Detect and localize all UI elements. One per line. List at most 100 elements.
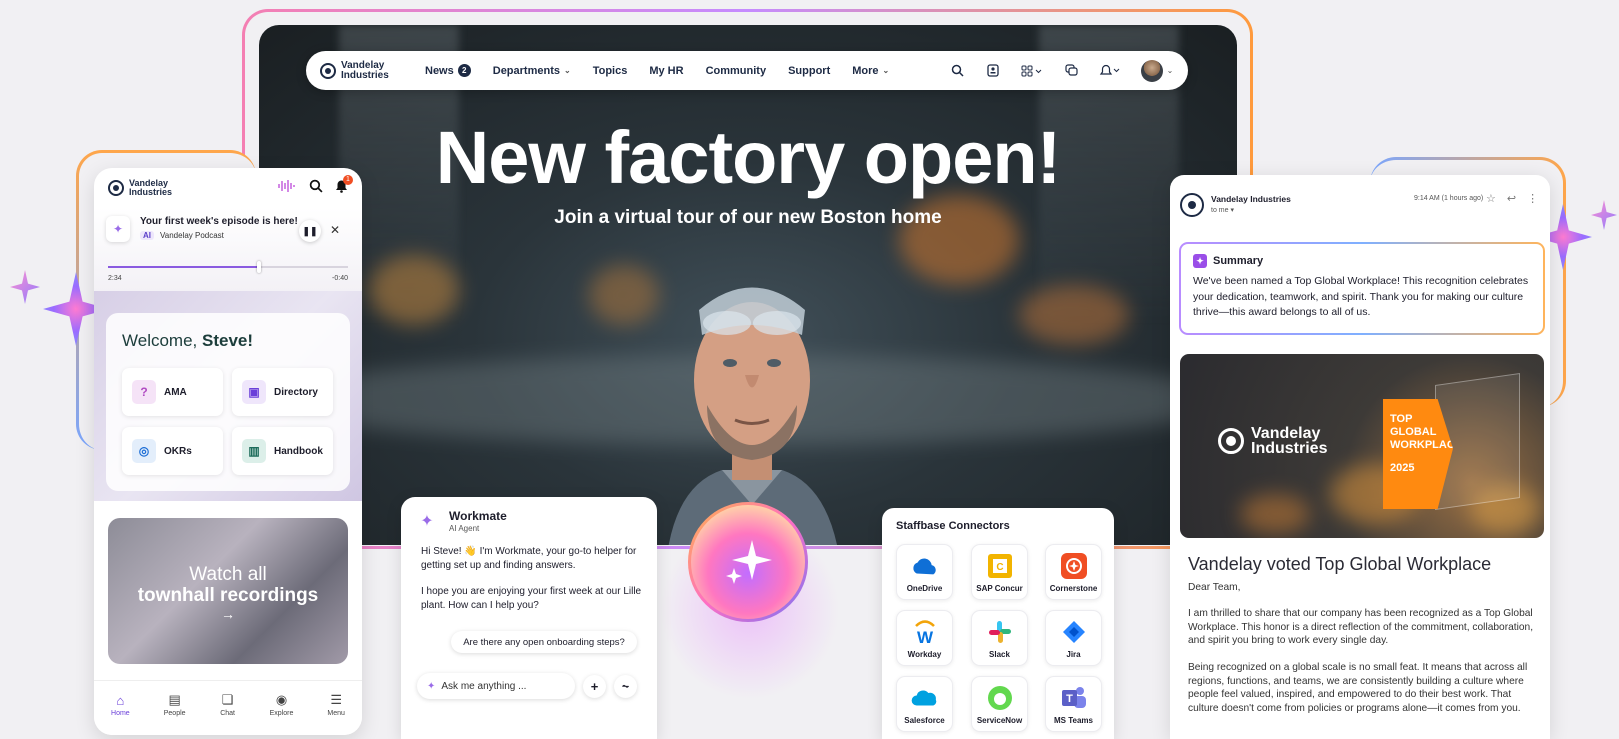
email-banner-image: Vandelay Industries TOP GLOBAL WORKPLACE… (1180, 354, 1544, 538)
voice-icon[interactable]: ⏦ (614, 675, 637, 698)
recipient-dropdown[interactable]: to me ▾ (1211, 206, 1234, 214)
townhall-line2: townhall recordings (137, 585, 319, 606)
desktop-intranet-window: Vandelay Industries News 2 Departments ⌄ T… (259, 25, 1237, 545)
sparkle-icon: ✦ (420, 513, 434, 530)
tab-chat[interactable]: ❏ Chat (220, 692, 236, 735)
chat-icon[interactable] (1062, 62, 1080, 80)
elapsed-time: 2:34 (108, 275, 122, 282)
globe-logo-icon (108, 180, 124, 196)
audio-wave-icon[interactable] (277, 179, 297, 197)
directory-icon: ▣ (242, 380, 266, 404)
input-placeholder: Ask me anything ... (441, 680, 527, 692)
quicklink-directory[interactable]: ▣ Directory (232, 368, 333, 416)
connector-servicenow[interactable]: ServiceNow (971, 676, 1028, 732)
menu-icon: ☰ (330, 692, 342, 707)
nav-item-more[interactable]: More ⌄ (852, 65, 889, 77)
people-icon: ▤ (168, 692, 181, 707)
pause-button[interactable]: ❚❚ (299, 220, 321, 242)
add-button[interactable]: + (583, 675, 606, 698)
summary-title: Summary (1213, 255, 1264, 267)
tab-label: Explore (269, 710, 294, 717)
nav-label: Topics (592, 64, 628, 77)
ms-teams-icon: T (1059, 684, 1089, 712)
star-icon[interactable]: ☆ (1486, 192, 1496, 205)
brand-logo[interactable]: Vandelay Industries (108, 179, 189, 197)
nav-label: More (852, 64, 879, 77)
connectors-panel: Staffbase Connectors OneDrive C SAP Concu… (882, 508, 1114, 739)
email-greeting: Dear Team, (1188, 582, 1241, 593)
quicklink-handbook[interactable]: ▥ Handbook (232, 427, 333, 475)
connector-label: Jira (1066, 650, 1081, 659)
tab-explore[interactable]: ◉ Explore (269, 692, 294, 735)
close-icon[interactable]: ✕ (330, 223, 340, 237)
agent-message: I hope you are enjoying your first week … (421, 586, 642, 611)
connector-label: MS Teams (1054, 716, 1093, 725)
notification-badge: 1 (343, 174, 353, 185)
podcast-player[interactable]: ✦ Your first week's episode is here! AI V… (94, 208, 362, 291)
background-bokeh (369, 255, 459, 325)
more-options-icon[interactable]: ⋮ (1527, 192, 1538, 205)
reply-icon[interactable]: ↩ (1507, 192, 1516, 205)
brand-name: Vandelay Industries (129, 178, 173, 197)
servicenow-icon (985, 684, 1015, 712)
progress-handle[interactable] (257, 261, 262, 273)
nav-item-community[interactable]: Community (706, 65, 767, 77)
townhall-recordings-card[interactable]: Watch all townhall recordings → (108, 518, 348, 664)
sender-name: Vandelay Industries (1211, 194, 1291, 204)
chat-input[interactable]: ✦ Ask me anything ... (417, 673, 575, 699)
tile-label: Directory (274, 386, 318, 398)
connector-slack[interactable]: Slack (971, 610, 1028, 666)
search-icon[interactable] (309, 179, 323, 198)
svg-text:T: T (1066, 693, 1073, 705)
nav-label: News (425, 64, 454, 77)
tab-people[interactable]: ▤ People (164, 692, 186, 735)
nav-item-news[interactable]: News 2 (425, 64, 471, 77)
ai-tag: AI (140, 231, 154, 240)
tab-menu[interactable]: ☰ Menu (327, 692, 345, 735)
slack-icon (985, 618, 1015, 646)
nav-label: Departments (492, 64, 560, 77)
tab-home[interactable]: ⌂ Home (111, 693, 130, 735)
sparkle-icon: ✦ (106, 216, 130, 242)
user-avatar[interactable]: ⌄ (1140, 59, 1174, 82)
welcome-card: Welcome, Steve! ? AMA ▣ Directory ◎ OKRs ▥ H… (106, 313, 350, 491)
workmate-chat-panel: ✦ Workmate AI Agent Hi Steve! 👋 I'm Work… (401, 497, 657, 739)
chat-icon: ❏ (221, 692, 234, 707)
globe-logo-icon (1218, 428, 1244, 454)
books-icon: ▥ (242, 439, 266, 463)
connector-salesforce[interactable]: Salesforce (896, 676, 953, 732)
summary-body: We've been named a Top Global Workplace!… (1193, 275, 1529, 318)
progress-track[interactable] (108, 261, 348, 273)
news-count-badge: 2 (457, 64, 471, 77)
ai-assistant-orb[interactable] (688, 502, 808, 622)
svg-text:C: C (996, 562, 1003, 573)
chevron-down-icon: ⌄ (1166, 66, 1174, 75)
nav-item-departments[interactable]: Departments ⌄ (493, 65, 571, 77)
search-icon[interactable] (948, 62, 966, 80)
apps-grid-icon[interactable] (1020, 62, 1044, 80)
nav-item-topics[interactable]: Topics (593, 65, 628, 77)
agent-name: Workmate (449, 509, 507, 523)
banner-brand: Vandelay Industries (1251, 425, 1328, 457)
progress-fill (108, 266, 260, 268)
contact-card-icon[interactable] (984, 62, 1002, 80)
bell-icon[interactable]: 1 (335, 174, 353, 198)
connector-workday[interactable]: W Workday (896, 610, 953, 666)
connector-onedrive[interactable]: OneDrive (896, 544, 953, 600)
svg-text:W: W (916, 628, 933, 646)
connector-sap-concur[interactable]: C SAP Concur (971, 544, 1028, 600)
nav-label: My HR (649, 64, 684, 77)
connector-ms-teams[interactable]: T MS Teams (1045, 676, 1102, 732)
bell-icon[interactable] (1098, 62, 1122, 80)
nav-item-my-hr[interactable]: My HR (649, 65, 683, 77)
suggestion-chip[interactable]: Are there any open onboarding steps? (451, 631, 637, 653)
connector-jira[interactable]: Jira (1045, 610, 1102, 666)
quicklink-okrs[interactable]: ◎ OKRs (122, 427, 223, 475)
brand-logo[interactable]: Vandelay Industries (320, 60, 401, 81)
nav-item-support[interactable]: Support (788, 65, 830, 77)
tab-label: Home (111, 710, 130, 717)
connector-cornerstone[interactable]: Cornerstone (1045, 544, 1102, 600)
connector-label: Salesforce (904, 716, 945, 725)
quicklink-ama[interactable]: ? AMA (122, 368, 223, 416)
email-subject: Vandelay voted Top Global Workplace (1188, 554, 1492, 574)
